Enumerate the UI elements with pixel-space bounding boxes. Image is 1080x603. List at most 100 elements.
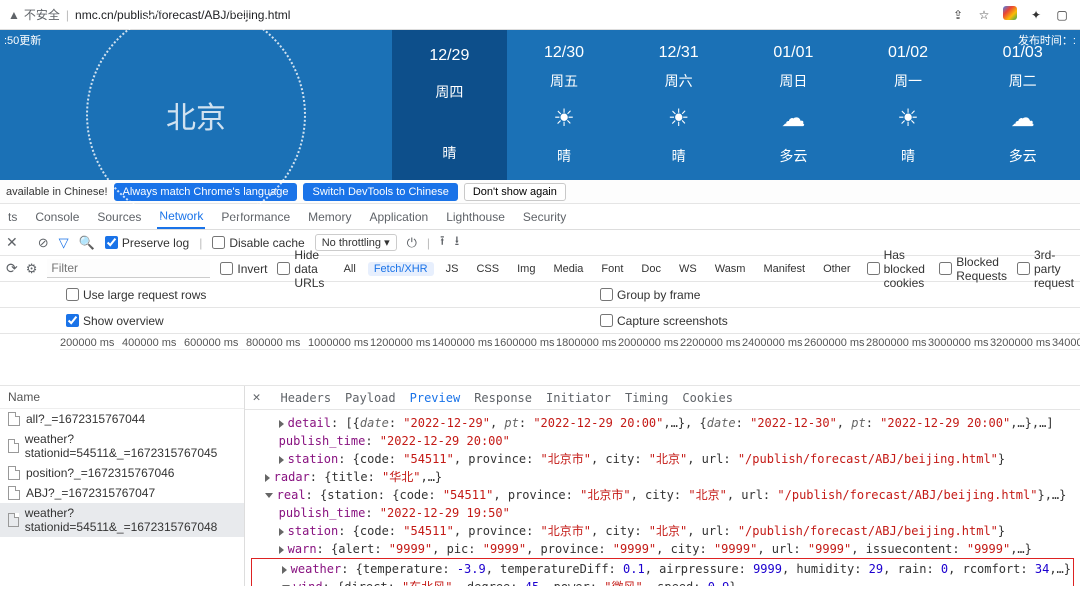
forecast-day[interactable]: 12/30 周五 ☀ 晴 — [507, 30, 622, 180]
forecast-day[interactable]: 01/01 周日 ☁ 多云 — [736, 30, 851, 180]
devtools-tab-memory[interactable]: Memory — [306, 206, 353, 228]
timeline-tick: 1800000 ms — [556, 337, 614, 349]
weather-icon: ☁ — [781, 104, 805, 133]
timeline-tick: 2800000 ms — [866, 337, 924, 349]
day-of-week: 周五 — [550, 71, 578, 91]
response-tab-cookies[interactable]: Cookies — [682, 391, 733, 405]
type-pill[interactable]: WS — [673, 262, 703, 276]
capture-screenshots-checkbox[interactable]: Capture screenshots — [600, 314, 728, 328]
filter-input[interactable] — [47, 259, 210, 278]
timeline-tick: 400000 ms — [122, 337, 180, 349]
devtools-tab-security[interactable]: Security — [521, 206, 568, 228]
clear-icon[interactable]: ⊘ — [38, 235, 49, 251]
json-preview[interactable]: detail: [{date: "2022-12-29", pt: "2022-… — [245, 410, 1080, 586]
day-of-week: 周日 — [779, 71, 807, 91]
type-pill[interactable]: All — [338, 262, 362, 276]
blocked-requests-checkbox[interactable]: Blocked Requests — [939, 255, 1007, 283]
response-tab-headers[interactable]: Headers — [280, 391, 331, 405]
devtools-tab-application[interactable]: Application — [367, 206, 430, 228]
forecast-day[interactable]: 12/29 周四 晴 — [392, 30, 507, 180]
close-icon[interactable]: ✕ — [6, 234, 18, 251]
devtools-tab-console[interactable]: Console — [33, 206, 81, 228]
forecast-row: 12/29 周四 晴12/30 周五 ☀ 晴12/31 周六 ☀ 晴01/01 … — [392, 30, 1080, 180]
day-of-week: 周四 — [435, 82, 463, 102]
type-pill[interactable]: Other — [817, 262, 857, 276]
reload-icon[interactable]: ⟳ — [6, 260, 18, 277]
devtools-tab-sources[interactable]: Sources — [95, 206, 143, 228]
city-name: 北京 — [166, 93, 226, 137]
weather-desc: 多云 — [1009, 146, 1037, 166]
day-date: 01/01 — [773, 44, 813, 62]
weather-desc: 晴 — [442, 143, 456, 163]
close-response-icon[interactable]: ✕ — [253, 390, 261, 405]
weather-icon: ☀ — [553, 104, 575, 133]
type-pill[interactable]: JS — [440, 262, 465, 276]
weather-icon: ☀ — [897, 104, 919, 133]
file-icon — [8, 412, 20, 426]
response-tab-response[interactable]: Response — [474, 391, 532, 405]
response-tab-preview[interactable]: Preview — [410, 391, 461, 405]
forecast-day[interactable]: 12/31 周六 ☀ 晴 — [621, 30, 736, 180]
type-pill[interactable]: Img — [511, 262, 541, 276]
devtools-tab-lighthouse[interactable]: Lighthouse — [444, 206, 507, 228]
extension-icon[interactable] — [1000, 6, 1020, 23]
network-timeline[interactable]: 200000 ms400000 ms600000 ms800000 ms1000… — [0, 334, 1080, 386]
dont-show-again-button[interactable]: Don't show again — [464, 183, 566, 201]
type-pill[interactable]: Font — [595, 262, 629, 276]
day-of-week: 周二 — [1009, 71, 1037, 91]
request-name: all?_=1672315767044 — [26, 412, 145, 426]
response-panel: ✕ Headers Payload Preview Response Initiator… — [245, 386, 1080, 586]
show-overview-checkbox[interactable]: Show overview — [66, 314, 164, 328]
request-row[interactable]: position?_=1672315767046 — [0, 463, 244, 483]
settings-icon[interactable]: ⚙ — [26, 261, 38, 277]
type-pill[interactable]: Wasm — [709, 262, 752, 276]
export-icon[interactable]: ⭳ — [455, 232, 460, 254]
resource-type-pills: All Fetch/XHR JS CSS Img Media Font Doc WS Wasm Ma… — [338, 262, 857, 276]
name-column-header[interactable]: Name — [0, 386, 244, 409]
type-pill[interactable]: CSS — [470, 262, 505, 276]
large-rows-checkbox[interactable]: Use large request rows — [66, 288, 206, 302]
type-pill[interactable]: Media — [547, 262, 589, 276]
puzzle-icon[interactable]: ✦ — [1026, 8, 1046, 22]
request-row[interactable]: weather?stationid=54511&_=1672315767048 — [0, 503, 244, 537]
devtools-tab-ts[interactable]: ts — [6, 206, 19, 228]
city-dotted-circle: 北京 — [86, 5, 306, 225]
invert-checkbox[interactable]: Invert — [220, 262, 267, 276]
forecast-day[interactable]: 01/02 周一 ☀ 晴 — [851, 30, 966, 180]
request-row[interactable]: weather?stationid=54511&_=1672315767045 — [0, 429, 244, 463]
request-row[interactable]: all?_=1672315767044 — [0, 409, 244, 429]
share-icon[interactable]: ⇪ — [948, 8, 968, 22]
star-icon[interactable]: ☆ — [974, 8, 994, 22]
import-icon[interactable]: ⭱ — [440, 232, 445, 254]
type-pill[interactable]: Fetch/XHR — [368, 262, 434, 276]
forecast-day[interactable]: 01/03 周二 ☁ 多云 — [965, 30, 1080, 180]
not-secure-badge[interactable]: ▲ 不安全 — [8, 6, 60, 23]
type-pill[interactable]: Manifest — [757, 262, 811, 276]
preserve-log-checkbox[interactable]: Preserve log — [105, 236, 189, 250]
search-icon[interactable]: 🔍 — [79, 235, 95, 251]
timeline-tick: 1600000 ms — [494, 337, 552, 349]
timeline-tick: 2200000 ms — [680, 337, 738, 349]
timeline-tick: 600000 ms — [184, 337, 242, 349]
request-name: position?_=1672315767046 — [26, 466, 174, 480]
publish-time-fragment: 发布时间：: — [1014, 30, 1080, 50]
group-by-frame-checkbox[interactable]: Group by frame — [600, 288, 700, 302]
timeline-tick: 800000 ms — [246, 337, 304, 349]
security-label: 不安全 — [24, 6, 60, 23]
response-tab-initiator[interactable]: Initiator — [546, 391, 611, 405]
type-pill[interactable]: Doc — [635, 262, 667, 276]
window-icon[interactable]: ▢ — [1052, 8, 1072, 22]
timeline-tick: 2400000 ms — [742, 337, 800, 349]
timeline-tick: 1000000 ms — [308, 337, 366, 349]
response-tab-timing[interactable]: Timing — [625, 391, 668, 405]
response-tab-payload[interactable]: Payload — [345, 391, 396, 405]
switch-chinese-button[interactable]: Switch DevTools to Chinese — [303, 183, 457, 201]
separator: | — [66, 8, 69, 22]
network-filter-bar: ⟳ ⚙ Invert Hide data URLs AllFetch/XHRJS… — [0, 256, 1080, 282]
day-of-week: 周一 — [894, 71, 922, 91]
timeline-tick: 3200000 ms — [990, 337, 1048, 349]
filter-icon[interactable]: ▽ — [59, 235, 69, 251]
request-row[interactable]: ABJ?_=1672315767047 — [0, 483, 244, 503]
network-conditions-icon[interactable]: ⏻ — [407, 235, 417, 251]
file-icon — [8, 486, 20, 500]
